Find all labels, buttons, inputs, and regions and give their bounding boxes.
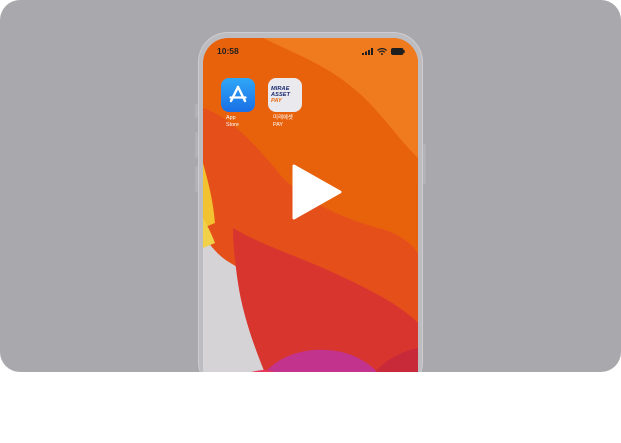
phone-volume-up (195, 132, 198, 158)
play-icon[interactable] (292, 164, 342, 220)
bottom-whitespace (0, 372, 621, 443)
home-app-app-store[interactable]: App Store (221, 78, 259, 128)
phone-volume-down (195, 166, 198, 192)
status-time: 10:58 (217, 46, 239, 56)
app-label: 미래에셋 PAY (268, 115, 306, 128)
app-store-icon (221, 78, 255, 112)
mirae-logo-text-3: PAY (271, 98, 282, 104)
mirae-asset-pay-icon: MIRAE ASSET PAY (268, 78, 302, 112)
app-label-line2: Store (226, 121, 239, 128)
app-store-a-glyph (229, 85, 247, 103)
wifi-icon (377, 47, 387, 55)
home-app-mirae-asset-pay[interactable]: MIRAE ASSET PAY 미래에셋 PAY (268, 78, 306, 128)
status-bar: 10:58 (203, 38, 418, 60)
signal-icon (362, 47, 373, 55)
app-label: App Store (221, 115, 259, 128)
phone-power-button (423, 144, 426, 184)
app-label-line2: PAY (273, 121, 283, 128)
status-icons (362, 47, 405, 55)
battery-icon (391, 47, 405, 55)
phone-silent-switch (195, 104, 198, 118)
video-thumbnail-card[interactable]: 10:58 App Store MIRAE ASSET PAY 미래에셋 PAY (0, 0, 621, 372)
